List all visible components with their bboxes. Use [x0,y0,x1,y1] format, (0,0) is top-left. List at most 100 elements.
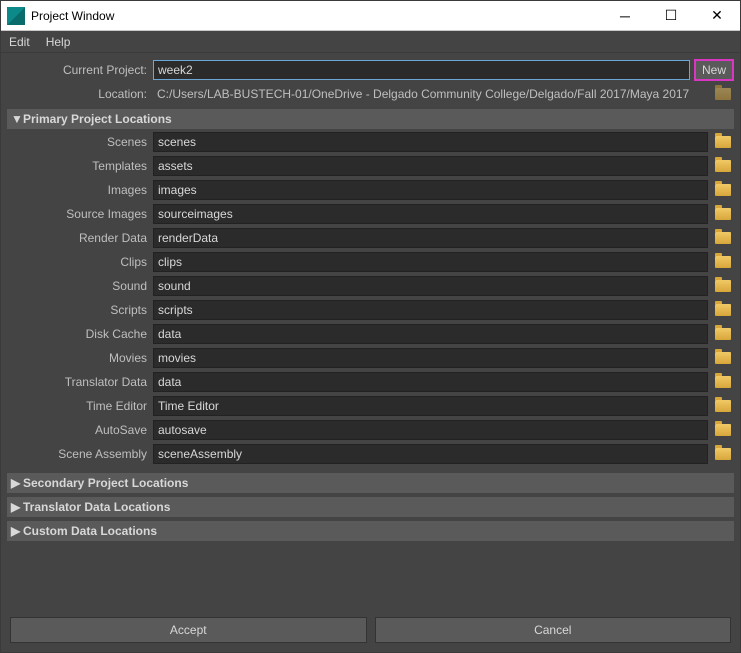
field-input[interactable] [153,204,708,224]
browse-button[interactable] [712,156,734,176]
minimize-button[interactable]: ─ [602,1,648,30]
current-project-label: Current Project: [7,63,153,77]
maximize-button[interactable]: ☐ [648,1,694,30]
field-row: Sound [7,275,734,297]
titlebar: Project Window ─ ☐ ✕ [1,1,740,31]
folder-icon [715,232,731,244]
folder-icon [715,88,731,100]
field-label: Translator Data [7,375,153,389]
section-translator-header[interactable]: ▶ Translator Data Locations [7,497,734,517]
chevron-right-icon: ▶ [11,476,23,490]
field-label: Scene Assembly [7,447,153,461]
folder-icon [715,352,731,364]
folder-icon [715,280,731,292]
field-label: Movies [7,351,153,365]
folder-icon [715,136,731,148]
field-row: Clips [7,251,734,273]
field-label: Images [7,183,153,197]
field-input[interactable] [153,300,708,320]
folder-icon [715,328,731,340]
field-label: AutoSave [7,423,153,437]
field-row: Translator Data [7,371,734,393]
field-row: Images [7,179,734,201]
section-primary-title: Primary Project Locations [23,112,172,126]
field-input[interactable] [153,228,708,248]
field-label: Scenes [7,135,153,149]
field-row: Time Editor [7,395,734,417]
section-custom-header[interactable]: ▶ Custom Data Locations [7,521,734,541]
cancel-button[interactable]: Cancel [375,617,732,643]
current-project-input[interactable] [153,60,690,80]
browse-button[interactable] [712,132,734,152]
field-row: Source Images [7,203,734,225]
field-label: Time Editor [7,399,153,413]
section-secondary-header[interactable]: ▶ Secondary Project Locations [7,473,734,493]
section-secondary-title: Secondary Project Locations [23,476,188,490]
section-translator-title: Translator Data Locations [23,500,170,514]
field-input[interactable] [153,252,708,272]
field-row: Movies [7,347,734,369]
menu-edit[interactable]: Edit [9,35,30,49]
folder-icon [715,208,731,220]
menu-help[interactable]: Help [46,35,71,49]
browse-button[interactable] [712,444,734,464]
browse-button[interactable] [712,252,734,272]
field-label: Source Images [7,207,153,221]
chevron-right-icon: ▶ [11,524,23,538]
field-input[interactable] [153,444,708,464]
accept-button[interactable]: Accept [10,617,367,643]
field-row: Templates [7,155,734,177]
field-row: Scripts [7,299,734,321]
browse-button[interactable] [712,204,734,224]
folder-icon [715,304,731,316]
field-label: Scripts [7,303,153,317]
chevron-down-icon: ▼ [11,112,23,126]
browse-button[interactable] [712,180,734,200]
new-button[interactable]: New [694,59,734,81]
folder-icon [715,256,731,268]
field-row: Render Data [7,227,734,249]
chevron-right-icon: ▶ [11,500,23,514]
field-input[interactable] [153,324,708,344]
browse-button[interactable] [712,228,734,248]
folder-icon [715,376,731,388]
menubar: Edit Help [1,31,740,53]
field-label: Render Data [7,231,153,245]
window-title: Project Window [31,9,602,23]
field-input[interactable] [153,132,708,152]
browse-button[interactable] [712,324,734,344]
field-label: Sound [7,279,153,293]
field-input[interactable] [153,372,708,392]
footer: Accept Cancel [10,617,731,643]
field-row: Scene Assembly [7,443,734,465]
field-row: Scenes [7,131,734,153]
location-value: C:/Users/LAB-BUSTECH-01/OneDrive - Delga… [153,87,708,101]
folder-icon [715,160,731,172]
field-input[interactable] [153,420,708,440]
browse-button[interactable] [712,348,734,368]
folder-icon [715,184,731,196]
field-row: Disk Cache [7,323,734,345]
field-input[interactable] [153,180,708,200]
app-logo-icon [7,7,25,25]
field-label: Templates [7,159,153,173]
browse-button[interactable] [712,276,734,296]
browse-button[interactable] [712,396,734,416]
folder-icon [715,400,731,412]
browse-button[interactable] [712,300,734,320]
field-input[interactable] [153,396,708,416]
location-browse-button[interactable] [712,84,734,104]
browse-button[interactable] [712,420,734,440]
close-button[interactable]: ✕ [694,1,740,30]
field-input[interactable] [153,276,708,296]
section-custom-title: Custom Data Locations [23,524,157,538]
field-row: AutoSave [7,419,734,441]
section-primary-header[interactable]: ▼ Primary Project Locations [7,109,734,129]
field-label: Clips [7,255,153,269]
folder-icon [715,424,731,436]
field-input[interactable] [153,348,708,368]
browse-button[interactable] [712,372,734,392]
field-input[interactable] [153,156,708,176]
field-label: Disk Cache [7,327,153,341]
folder-icon [715,448,731,460]
